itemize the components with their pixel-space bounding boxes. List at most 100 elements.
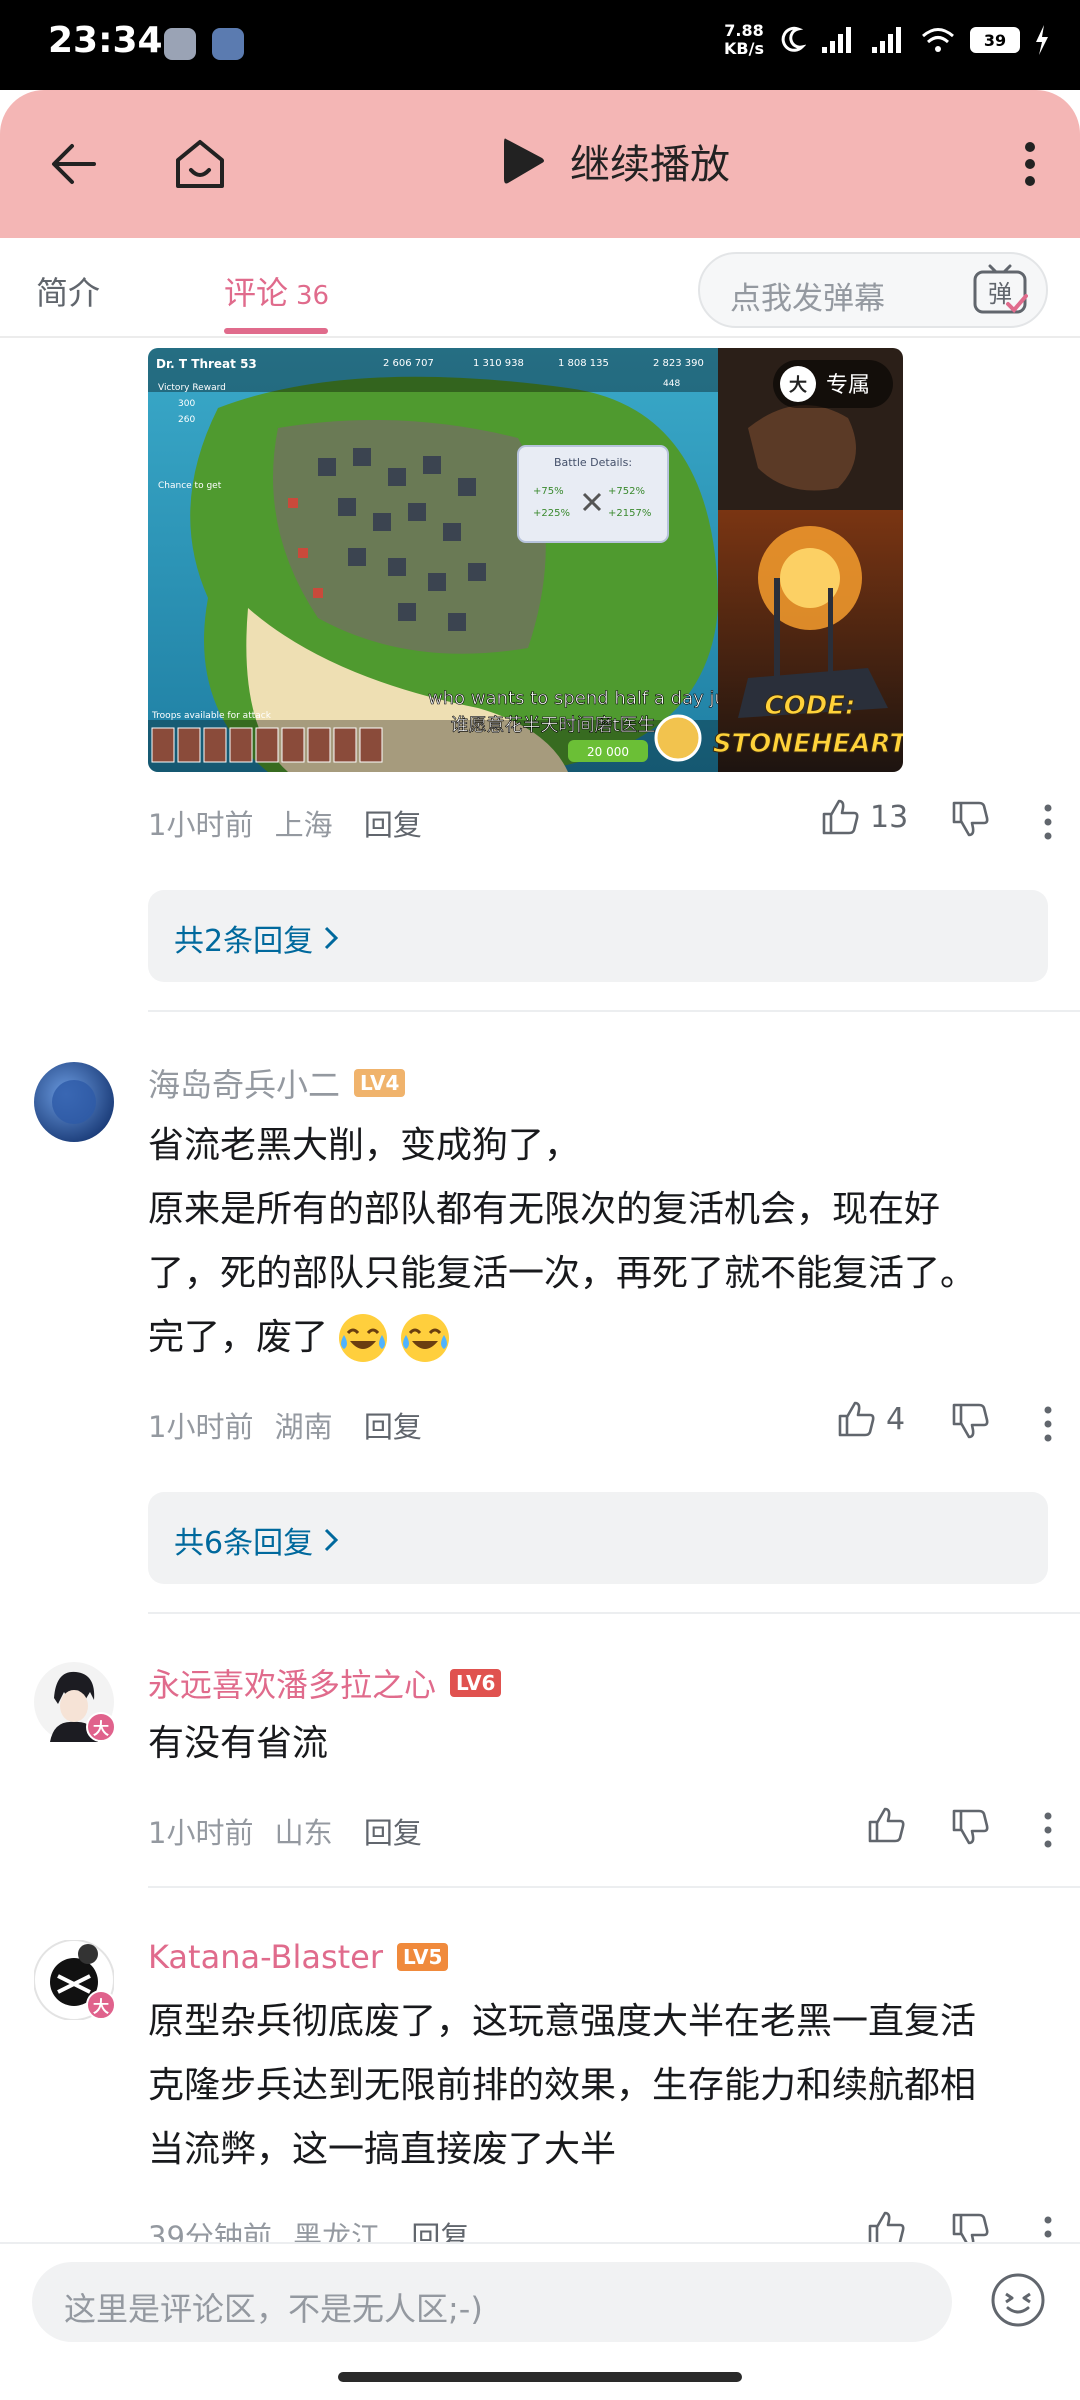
danmaku-input[interactable]: 点我发弹幕 弹 (698, 252, 1048, 328)
like-button[interactable]: 4 (836, 1400, 905, 1438)
tab-bar: 简介 评论 36 点我发弹幕 弹 (0, 238, 1080, 338)
thumbs-up-icon (868, 2211, 905, 2242)
exclusive-badge-glyph: 大 (789, 374, 807, 396)
dislike-button[interactable] (950, 2212, 990, 2242)
reward-1: 300 (178, 399, 195, 409)
like-button[interactable] (866, 2210, 906, 2242)
level-badge: LV6 (450, 1669, 502, 1697)
thumbs-down-icon (952, 1403, 989, 1439)
reward-2: 260 (178, 415, 195, 425)
danmaku-settings-button[interactable]: 弹 (972, 264, 1028, 316)
emoji-button[interactable] (988, 2270, 1048, 2330)
moon-icon (781, 26, 806, 52)
chevron-right-icon (325, 926, 339, 950)
reply-button[interactable]: 回复 (411, 2220, 469, 2242)
tab-comments-label: 评论 (224, 274, 289, 312)
home-button[interactable] (160, 124, 240, 204)
comment-line: 完了，废了 (148, 1317, 329, 1358)
status-bar: 23:34 7.88 KB/s 39 (0, 0, 1080, 90)
username: 海岛奇兵小二 (148, 1066, 341, 1104)
back-button[interactable] (34, 124, 114, 204)
more-button[interactable] (990, 124, 1070, 204)
chance-label: Chance to get (158, 481, 222, 491)
comment-line: 原来是所有的部队都有无限次的复活机会，现在好 (148, 1189, 941, 1230)
dislike-button[interactable] (950, 1808, 990, 1846)
laugh-cry-emoji-icon (401, 1314, 450, 1362)
battle-stat-4: +2157% (608, 508, 651, 519)
battle-stat-3: +225% (533, 508, 570, 519)
comment-time: 1小时前 (148, 1816, 254, 1850)
laugh-cry-emoji-icon (339, 1314, 388, 1362)
resource-2: 1 310 938 (473, 358, 524, 369)
battle-details-title: Battle Details: (554, 456, 632, 469)
comment-author[interactable]: 永远喜欢潘多拉之心 LV6 (148, 1660, 502, 1706)
comment-meta: 1小时前 湖南 回复 (148, 1404, 422, 1446)
comment-location: 湖南 (274, 1410, 333, 1444)
battle-stat-2: +752% (608, 486, 645, 497)
comment-image[interactable]: Dr. T Threat 53 2 606 707 1 310 938 1 80… (148, 348, 903, 772)
resource-4: 2 823 390 (653, 358, 704, 369)
comment-time: 39分钟前 (148, 2220, 272, 2242)
comment-more-button[interactable] (1040, 2212, 1056, 2242)
divider (148, 1010, 1080, 1012)
chevron-right-icon (325, 1528, 339, 1552)
tab-active-indicator (224, 328, 328, 334)
continue-play-label: 继续播放 (570, 142, 730, 188)
comment-meta: 1小时前 山东 回复 (148, 1810, 422, 1852)
divider (148, 1886, 1080, 1888)
more-vertical-icon (1044, 2216, 1052, 2238)
comment-author[interactable]: Katana-Blaster LV5 (148, 1938, 449, 1976)
reply-button[interactable]: 回复 (364, 1816, 422, 1850)
more-vertical-icon (1044, 804, 1052, 840)
more-vertical-icon (1025, 142, 1035, 186)
comment-author[interactable]: 海岛奇兵小二 LV4 (148, 1060, 406, 1106)
comment-location: 黑龙江 (293, 2220, 381, 2242)
avatar[interactable]: 大 (34, 1662, 116, 1742)
like-button[interactable] (866, 1806, 906, 1844)
dislike-button[interactable] (950, 1402, 990, 1440)
net-speed: 7.88 KB/s (724, 22, 764, 58)
resource-1: 2 606 707 (383, 358, 434, 369)
tab-comments[interactable]: 评论 36 (224, 268, 329, 314)
comment-meta: 1小时前 上海 回复 (148, 802, 422, 844)
promo-code-label: CODE: (765, 691, 856, 721)
replies-summary-text: 共6条回复 (174, 1526, 314, 1561)
avatar[interactable] (34, 1062, 114, 1142)
comment-more-button[interactable] (1040, 1402, 1056, 1446)
comment-feed[interactable]: Dr. T Threat 53 2 606 707 1 310 938 1 80… (0, 340, 1080, 2242)
level-badge: LV5 (397, 1943, 449, 1971)
status-time: 23:34 (48, 20, 163, 61)
continue-play-button[interactable]: 继续播放 (500, 132, 730, 190)
comment-more-button[interactable] (1040, 800, 1056, 844)
avatar-image (34, 1062, 114, 1142)
comment-time: 1小时前 (148, 1410, 254, 1444)
gold-amount: 20 000 (587, 745, 629, 759)
comment-line: 原型杂兵彻底废了，这玩意强度大半在老黑一直复活 (148, 2001, 977, 2042)
game-screenshot: Dr. T Threat 53 2 606 707 1 310 938 1 80… (148, 348, 903, 772)
like-count: 4 (886, 1401, 906, 1437)
home-indicator[interactable] (338, 2372, 742, 2382)
replies-summary[interactable]: 共2条回复 (148, 890, 1048, 982)
danmaku-tv-icon: 弹 (973, 264, 1028, 314)
subtitle-cn: 谁愿意花半天时间磨t医生 (450, 715, 655, 736)
reply-button[interactable]: 回复 (364, 808, 422, 842)
comment-line: 有没有省流 (148, 1723, 329, 1764)
thumbs-down-icon (952, 2213, 989, 2242)
comment-input[interactable]: 这里是评论区，不是无人区;-) (32, 2262, 952, 2342)
comment-body: 原型杂兵彻底废了，这玩意强度大半在老黑一直复活 克隆步兵达到无限前排的效果，生存能… (148, 1990, 1054, 2182)
comment-line-with-emoji: 完了，废了 (148, 1306, 1054, 1370)
avatar[interactable]: 大 (33, 1939, 116, 2021)
comment-compose-bar: 这里是评论区，不是无人区;-) (0, 2242, 1080, 2400)
tv-home-icon (176, 140, 224, 188)
comment-line: 克隆步兵达到无限前排的效果，生存能力和续航都相 (148, 2065, 977, 2106)
like-button[interactable]: 13 (820, 798, 908, 836)
comment-count: 36 (296, 281, 330, 311)
dislike-button[interactable] (950, 800, 990, 838)
comment-meta: 39分钟前 黑龙江 回复 (148, 2214, 469, 2242)
resource-5: 448 (663, 379, 680, 389)
comment-more-button[interactable] (1040, 1808, 1056, 1852)
tab-intro[interactable]: 简介 (36, 268, 100, 314)
replies-summary[interactable]: 共6条回复 (148, 1492, 1048, 1584)
reply-button[interactable]: 回复 (364, 1410, 422, 1444)
vip-badge: 大 (86, 1712, 116, 1742)
